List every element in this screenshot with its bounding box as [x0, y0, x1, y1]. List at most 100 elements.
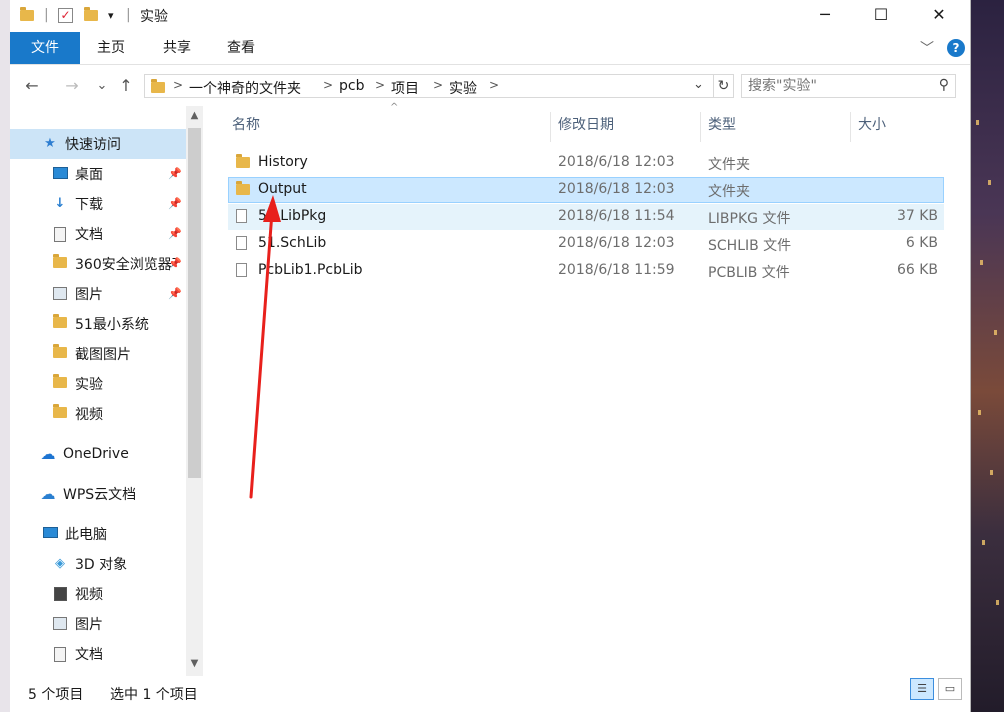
sidebar-item-3d-objects[interactable]: ◈ 3D 对象 [10, 549, 186, 579]
breadcrumb-item[interactable]: 实验 [449, 78, 477, 98]
table-row[interactable]: History 2018/6/18 12:03 文件夹 [228, 150, 944, 176]
sidebar-item-pictures[interactable]: 图片 [10, 279, 186, 309]
table-row[interactable]: 51.SchLib 2018/6/18 12:03 SCHLIB 文件 6 KB [228, 231, 944, 257]
sidebar-item-screenshots[interactable]: 截图图片 [10, 339, 186, 369]
table-row[interactable]: PcbLib1.PcbLib 2018/6/18 11:59 PCBLIB 文件… [228, 258, 944, 284]
pin-icon[interactable]: 📌 [168, 167, 182, 180]
refresh-icon[interactable]: ↻ [714, 74, 734, 98]
breadcrumb-item[interactable]: 一个神奇的文件夹 [189, 78, 301, 98]
cloud-icon: ☁ [40, 485, 56, 503]
sidebar-item-downloads[interactable]: ↓ 下载 [10, 189, 186, 219]
quick-access-folder-icon[interactable] [20, 6, 34, 24]
back-arrow-icon[interactable]: ← [22, 76, 42, 96]
sidebar-item-pictures-pc[interactable]: 图片 [10, 609, 186, 639]
ribbon-tabs: 文件 主页 共享 查看 ﹀ [10, 32, 970, 65]
tab-home[interactable]: 主页 [88, 32, 134, 64]
close-button[interactable]: ✕ [916, 0, 962, 30]
table-row-selected[interactable]: Output 2018/6/18 12:03 文件夹 [228, 177, 944, 203]
address-dropdown-chevron-icon[interactable]: ⌄ [693, 77, 704, 92]
sidebar-item-videos[interactable]: 视频 [10, 579, 186, 609]
breadcrumb-item[interactable]: pcb [339, 78, 364, 94]
sidebar-item-documents-pc[interactable]: 文档 [10, 639, 186, 669]
file-name: PcbLib1.PcbLib [258, 262, 363, 278]
tab-view[interactable]: 查看 [218, 32, 264, 64]
tab-file[interactable]: 文件 [10, 32, 80, 64]
sidebar-item-360-downloads[interactable]: 360安全浏览器下载 [10, 249, 176, 279]
video-icon [52, 587, 68, 601]
sidebar-item-onedrive[interactable]: ☁ OneDrive [10, 439, 186, 469]
selection-count: 选中 1 个项目 [110, 687, 198, 703]
search-box[interactable]: ⚲ [741, 74, 956, 98]
up-arrow-icon[interactable]: ↑ [116, 76, 136, 96]
file-size: 66 KB [896, 262, 938, 278]
sidebar-item-label: WPS云文档 [63, 487, 137, 503]
pin-icon[interactable]: 📌 [168, 197, 182, 210]
maximize-button[interactable]: ☐ [858, 0, 904, 30]
pin-icon[interactable]: 📌 [168, 257, 182, 270]
address-bar[interactable]: > 一个神奇的文件夹 > pcb > 项目 > 实验 > ⌄ [144, 74, 714, 98]
sidebar-item-label: 文档 [75, 647, 103, 663]
properties-check-icon[interactable]: ✓ [58, 6, 73, 24]
column-header-modified[interactable]: 修改日期 [558, 106, 698, 144]
sidebar-item-label: 桌面 [75, 167, 103, 183]
minimize-button[interactable]: ─ [802, 0, 848, 30]
sidebar-item-documents[interactable]: 文档 [10, 219, 186, 249]
title-bar: | ✓ ▾ | 实验 ─ ☐ ✕ [10, 0, 970, 30]
sidebar-item-wps-cloud[interactable]: ☁ WPS云文档 [10, 479, 186, 509]
column-header-type[interactable]: 类型 [708, 106, 848, 144]
sidebar-item-51-system[interactable]: 51最小系统 [10, 309, 186, 339]
large-icons-view-button[interactable]: ▭ [938, 678, 962, 700]
column-header-size[interactable]: 大小 [858, 106, 944, 144]
download-icon: ↓ [54, 196, 66, 211]
sidebar-item-videos-quick[interactable]: 视频 [10, 399, 186, 429]
sidebar-item-label: 3D 对象 [75, 557, 128, 573]
item-count: 5 个项目 [28, 687, 84, 703]
folder-icon [236, 181, 250, 199]
breadcrumb-separator[interactable]: > [173, 78, 183, 92]
sidebar-item-label: 此电脑 [65, 527, 107, 543]
forward-arrow-icon[interactable]: → [62, 76, 82, 96]
scroll-down-arrow-icon[interactable]: ▼ [186, 658, 203, 669]
customize-toolbar-chevron-icon[interactable]: ▾ [108, 6, 114, 24]
sidebar-item-experiment[interactable]: 实验 [10, 369, 186, 399]
breadcrumb-separator[interactable]: > [375, 78, 385, 92]
file-type: PCBLIB 文件 [708, 265, 790, 281]
sidebar-item-label: 快速访问 [65, 137, 121, 153]
folder-icon [52, 374, 68, 391]
file-name: 51.LibPkg [258, 208, 327, 224]
folder-icon [52, 344, 68, 361]
file-modified: 2018/6/18 11:54 [558, 208, 675, 224]
cloud-icon: ☁ [40, 445, 56, 463]
file-icon [236, 263, 247, 281]
search-icon[interactable]: ⚲ [939, 77, 949, 93]
breadcrumb-separator[interactable]: > [433, 78, 443, 92]
details-view-button[interactable]: ☰ [910, 678, 934, 700]
sidebar-item-this-pc[interactable]: 此电脑 [10, 519, 186, 549]
breadcrumb-item[interactable]: 项目 [391, 78, 419, 98]
file-icon [236, 209, 247, 227]
pin-icon[interactable]: 📌 [168, 287, 182, 300]
file-modified: 2018/6/18 12:03 [558, 181, 675, 197]
sidebar-item-quick-access[interactable]: ★ 快速访问 [10, 129, 186, 159]
table-row[interactable]: 51.LibPkg 2018/6/18 11:54 LIBPKG 文件 37 K… [228, 204, 944, 230]
sidebar-scrollbar[interactable]: ▲ ▼ [186, 106, 203, 676]
new-folder-icon[interactable] [84, 6, 98, 24]
sidebar-item-label: 视频 [75, 587, 103, 603]
scroll-up-arrow-icon[interactable]: ▲ [186, 110, 203, 121]
breadcrumb-separator[interactable]: > [323, 78, 333, 92]
folder-icon [52, 404, 68, 421]
scrollbar-thumb[interactable] [188, 128, 201, 478]
file-modified: 2018/6/18 11:59 [558, 262, 675, 278]
column-header-name[interactable]: 名称 [232, 106, 550, 144]
expand-ribbon-chevron-icon[interactable]: ﹀ [920, 38, 934, 58]
search-input[interactable] [748, 77, 928, 95]
recent-locations-chevron-icon[interactable]: ⌄ [94, 76, 110, 96]
tab-share[interactable]: 共享 [154, 32, 200, 64]
navigation-pane: ★ 快速访问 桌面 ↓ 下载 文档 360安全浏览器下载 图片 51最小系统 [10, 106, 205, 676]
sidebar-item-desktop[interactable]: 桌面 [10, 159, 186, 189]
desktop-wallpaper-strip [970, 0, 1004, 712]
help-icon[interactable]: ? [947, 39, 965, 57]
computer-icon [42, 527, 58, 541]
pin-icon[interactable]: 📌 [168, 227, 182, 240]
breadcrumb-separator[interactable]: > [489, 78, 499, 92]
